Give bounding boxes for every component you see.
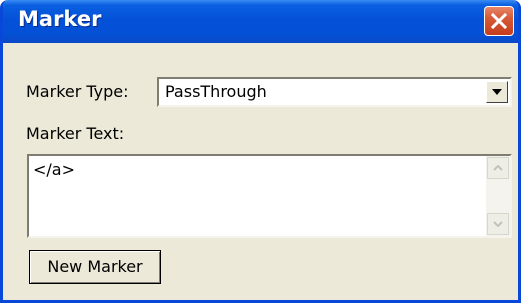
marker-window: Marker Marker Type: PassThrough Marker T… — [0, 0, 521, 303]
close-icon — [491, 13, 507, 29]
scroll-up-arrow-icon — [493, 165, 503, 171]
marker-type-select[interactable]: PassThrough — [157, 77, 512, 107]
dropdown-button[interactable] — [486, 81, 508, 103]
title-bar[interactable]: Marker — [3, 0, 518, 43]
marker-text-value: </a> — [33, 160, 76, 179]
scroll-down-button[interactable] — [487, 213, 509, 235]
new-marker-button[interactable]: New Marker — [29, 250, 161, 284]
chevron-down-icon — [492, 89, 502, 95]
close-button[interactable] — [484, 6, 514, 36]
window-title: Marker — [18, 7, 102, 31]
marker-text-label: Marker Text: — [26, 124, 125, 143]
marker-text-input[interactable]: </a> — [27, 154, 512, 238]
scroll-down-arrow-icon — [493, 221, 503, 227]
scroll-up-button[interactable] — [487, 157, 509, 179]
vertical-scrollbar[interactable] — [486, 156, 510, 236]
marker-type-value: PassThrough — [165, 82, 267, 101]
marker-type-label: Marker Type: — [26, 82, 129, 101]
